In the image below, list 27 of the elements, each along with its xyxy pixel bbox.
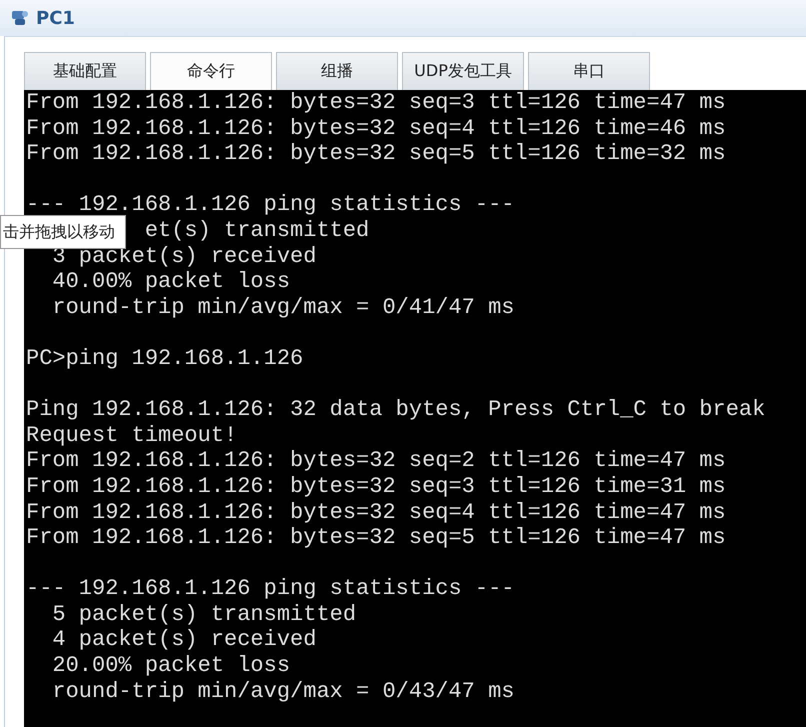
terminal-line: et(s) transmitted	[144, 218, 370, 243]
tab[interactable]: 串口	[528, 52, 650, 90]
terminal-line: round-trip min/avg/max = 0/43/47 ms	[51, 678, 514, 704]
terminal-line: --- 192.168.1.126 ping statistics ---	[26, 576, 514, 602]
terminal-line: From 192.168.1.126: bytes=32 seq=2 ttl=126 time=47 ms	[26, 448, 726, 474]
terminal-line: From 192.168.1.126: bytes=32 seq=3 ttl=126 time=47 ms	[26, 90, 726, 115]
pc-icon	[10, 8, 30, 28]
terminal-line: Request timeout!	[26, 422, 238, 448]
terminal-line: --- 192.168.1.126 ping statistics ---	[26, 192, 514, 218]
tab[interactable]: 基础配置	[24, 52, 146, 90]
window-title: PC1	[36, 8, 75, 28]
terminal-line: 4 packet(s) received	[51, 627, 316, 652]
terminal-line: 5 packet(s) transmitted	[51, 602, 356, 627]
terminal-line: Ping 192.168.1.126: 32 data bytes, Press Ctrl_C to break	[26, 397, 766, 422]
terminal-line: 40.00% packet loss	[51, 269, 290, 294]
terminal-line: From 192.168.1.126: bytes=32 seq=3 ttl=126 time=31 ms	[26, 474, 726, 499]
tooltip: 击并拖拽以移动	[0, 215, 126, 249]
terminal-line: round-trip min/avg/max = 0/41/47 ms	[51, 294, 514, 320]
tab[interactable]: UDP发包工具	[402, 52, 524, 90]
terminal-line: From 192.168.1.126: bytes=32 seq=5 ttl=126 time=47 ms	[26, 525, 726, 550]
terminal-line: 20.00% packet loss	[51, 653, 290, 678]
tab[interactable]: 命令行	[150, 52, 272, 90]
terminal-line: From 192.168.1.126: bytes=32 seq=5 ttl=126 time=32 ms	[26, 141, 726, 166]
tab[interactable]: 组播	[276, 52, 398, 90]
terminal-line: From 192.168.1.126: bytes=32 seq=4 ttl=126 time=46 ms	[26, 116, 726, 141]
terminal-line: From 192.168.1.126: bytes=32 seq=4 ttl=126 time=47 ms	[26, 500, 726, 524]
terminal-line: PC>ping 192.168.1.126	[26, 346, 304, 371]
